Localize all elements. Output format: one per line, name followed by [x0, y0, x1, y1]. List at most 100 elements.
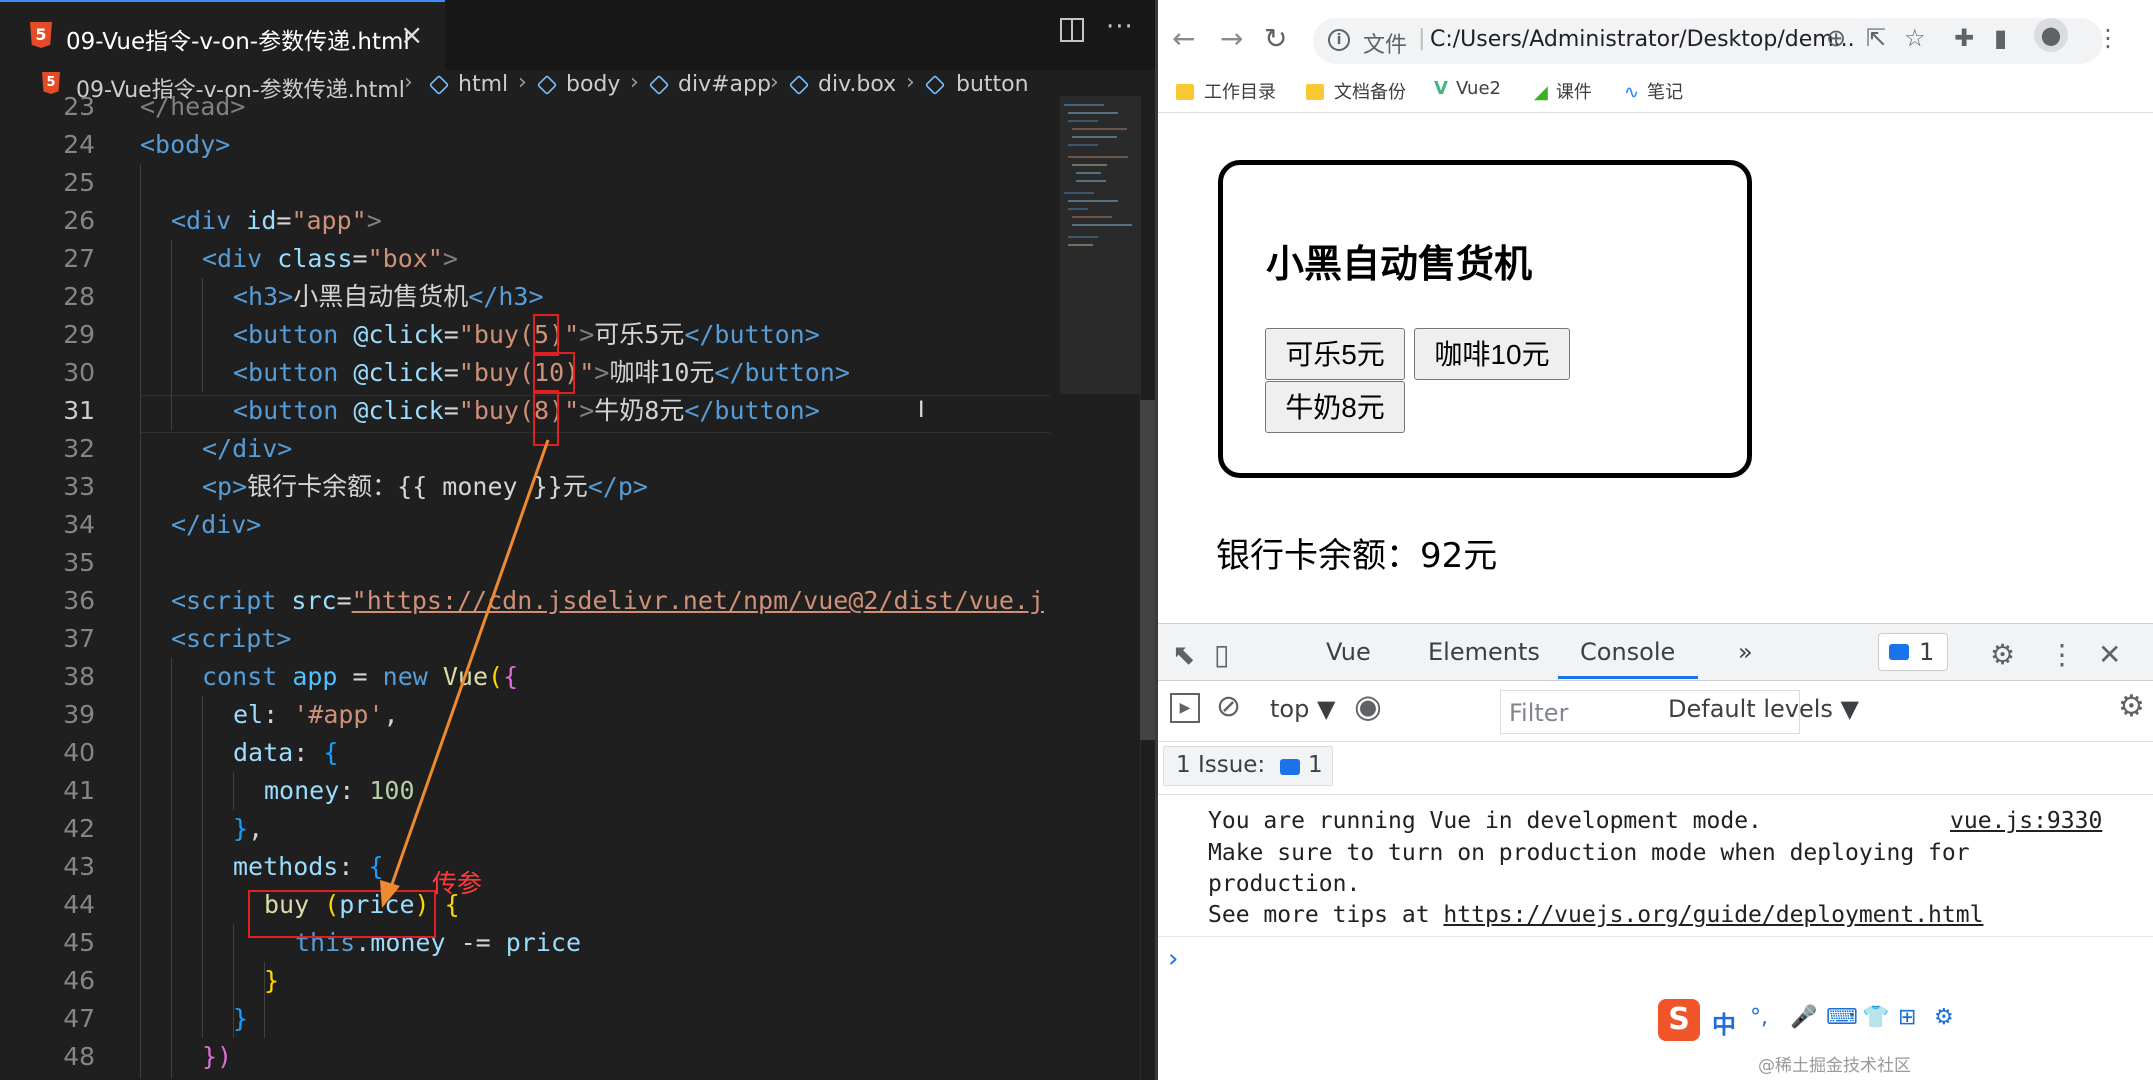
- token[interactable]: "https://cdn.jsdelivr.net/npm/vue@2/dist…: [352, 586, 1044, 615]
- editor-scroll-thumb[interactable]: [1140, 400, 1155, 740]
- token: <body>: [140, 130, 231, 159]
- sidebar-toggle-icon[interactable]: ▶: [1170, 693, 1200, 723]
- bookmark-item[interactable]: 文档备份: [1306, 78, 1406, 104]
- bookmark-item[interactable]: V Vue2: [1434, 78, 1501, 99]
- ime-chinese-icon[interactable]: 中: [1712, 1005, 1736, 1040]
- chevron-right-icon: ›: [518, 70, 527, 95]
- more-tabs-icon[interactable]: »: [1738, 638, 1753, 666]
- code-area[interactable]: 23 24 25 26 27 28 29 30 31 32 33 34 35 3…: [0, 92, 1060, 1080]
- console-line: Make sure to turn on production mode whe…: [1208, 840, 1970, 866]
- bookmark-label: 笔记: [1647, 82, 1684, 103]
- notes-icon: ∿: [1624, 82, 1640, 103]
- buy-milk-button[interactable]: 牛奶8元: [1265, 381, 1405, 433]
- token: {: [503, 662, 519, 691]
- token: "box": [367, 244, 443, 273]
- forward-icon[interactable]: →: [1220, 22, 1243, 55]
- annotation-label: 传参: [432, 869, 483, 898]
- code-line: <body>: [140, 126, 230, 164]
- eye-icon[interactable]: ◉: [1354, 687, 1382, 725]
- ime-settings-icon[interactable]: ⚙: [1934, 1005, 1954, 1030]
- code-line: <script>: [171, 620, 291, 658]
- code-line: methods: {: [233, 848, 384, 886]
- token: :: [293, 738, 324, 767]
- line-number: 31: [63, 396, 95, 425]
- token: @click: [338, 358, 444, 387]
- url-text[interactable]: C:/Users/Administrator/Desktop/dem...: [1430, 27, 1855, 52]
- token: 小黑自动售货机: [293, 282, 469, 311]
- code-line: <button @click="buy(8)">牛奶8元</button>: [233, 392, 820, 430]
- deployment-link[interactable]: https://vuejs.org/guide/deployment.html: [1443, 902, 1983, 928]
- keyboard-icon[interactable]: ⌨: [1826, 1005, 1858, 1030]
- device-toolbar-icon[interactable]: ▯: [1214, 638, 1229, 671]
- code-line: </div>: [202, 430, 292, 468]
- toolbox-icon[interactable]: ⊞: [1898, 1005, 1916, 1030]
- indent-guide: [140, 164, 141, 1078]
- breadcrumb-div-app[interactable]: div#app: [678, 72, 771, 97]
- token: <button: [233, 396, 339, 425]
- back-icon[interactable]: ←: [1172, 22, 1195, 55]
- issues-badge[interactable]: 1: [1878, 633, 1948, 671]
- close-icon[interactable]: ×: [400, 18, 423, 51]
- bookmark-star-icon[interactable]: ☆: [1904, 24, 1926, 52]
- more-actions-icon[interactable]: ···: [1106, 12, 1134, 42]
- buy-cola-button[interactable]: 可乐5元: [1265, 328, 1405, 380]
- bookmarks-bar: 工作目录 文档备份 V Vue2 ◢ 课件 ∿ 笔记: [1158, 72, 2153, 113]
- chevron-right-icon: ›: [906, 70, 915, 95]
- console-prompt-icon[interactable]: ›: [1168, 944, 1178, 974]
- editor-tab[interactable]: 5 09-Vue指令-v-on-参数传递.html ×: [0, 0, 445, 70]
- clear-console-icon[interactable]: ⊘: [1216, 689, 1241, 724]
- profile-avatar-icon[interactable]: ●: [2034, 18, 2068, 52]
- tab-vue[interactable]: Vue: [1326, 638, 1371, 666]
- split-editor-icon[interactable]: [1060, 18, 1084, 42]
- token: :: [263, 700, 294, 729]
- line-number: 23: [63, 92, 95, 121]
- line-number: 33: [63, 472, 95, 501]
- tab-console[interactable]: Console: [1580, 638, 1675, 666]
- minimap[interactable]: [1060, 96, 1140, 1080]
- zoom-icon[interactable]: ⊕: [1826, 24, 1846, 52]
- breadcrumb-button[interactable]: button: [956, 72, 1029, 97]
- highlight-box-arg-10: [533, 352, 575, 394]
- close-icon[interactable]: ✕: [2098, 638, 2121, 671]
- line-number: 48: [63, 1042, 95, 1071]
- bookmark-item[interactable]: ◢ 课件: [1534, 78, 1592, 104]
- share-icon[interactable]: ⇱: [1866, 24, 1886, 52]
- context-selector[interactable]: top ▼: [1270, 695, 1335, 723]
- browser-window: ← → ↻ i 文件 | C:/Users/Administrator/Desk…: [1158, 0, 2153, 1080]
- token: =: [352, 244, 368, 273]
- folder-icon: [1306, 84, 1324, 100]
- token: }: [233, 814, 249, 843]
- ime-punctuation-icon[interactable]: °,: [1750, 1005, 1768, 1030]
- token: methods: [233, 852, 339, 881]
- issues-chip[interactable]: 1 Issue: 1: [1163, 746, 1333, 786]
- microphone-icon[interactable]: 🎤: [1790, 1005, 1817, 1030]
- skin-icon[interactable]: 👕: [1862, 1005, 1889, 1030]
- line-number: 25: [63, 168, 95, 197]
- source-link[interactable]: vue.js:9330: [1950, 808, 2102, 834]
- token: id: [231, 206, 277, 235]
- code-line: <div class="box">: [202, 240, 458, 278]
- token: }: [233, 1004, 249, 1033]
- bookmark-item[interactable]: 工作目录: [1176, 78, 1276, 104]
- sogou-logo-icon[interactable]: S: [1658, 999, 1700, 1041]
- side-panel-icon[interactable]: ▮: [1994, 24, 2007, 52]
- console-settings-icon[interactable]: ⚙: [2118, 689, 2145, 724]
- filter-input[interactable]: Filter: [1500, 690, 1800, 734]
- chevron-right-icon: ›: [404, 70, 413, 95]
- info-icon[interactable]: i: [1328, 29, 1350, 51]
- inspect-element-icon[interactable]: ⬉: [1172, 638, 1195, 671]
- breadcrumb-div-box[interactable]: div.box: [818, 72, 896, 97]
- breadcrumb-html[interactable]: html: [458, 72, 508, 97]
- bookmark-label: 文档备份: [1334, 82, 1406, 103]
- bookmark-item[interactable]: ∿ 笔记: [1624, 78, 1683, 104]
- settings-gear-icon[interactable]: ⚙: [1990, 638, 2015, 671]
- token: =: [443, 358, 459, 387]
- token: =: [337, 662, 383, 691]
- more-options-icon[interactable]: ⋮: [2048, 638, 2076, 671]
- extensions-icon[interactable]: ✚: [1954, 24, 1974, 52]
- buy-coffee-button[interactable]: 咖啡10元: [1414, 328, 1570, 380]
- menu-icon[interactable]: ⋮: [2096, 24, 2120, 52]
- breadcrumb-body[interactable]: body: [566, 72, 620, 97]
- reload-icon[interactable]: ↻: [1264, 22, 1287, 55]
- tab-elements[interactable]: Elements: [1428, 638, 1540, 666]
